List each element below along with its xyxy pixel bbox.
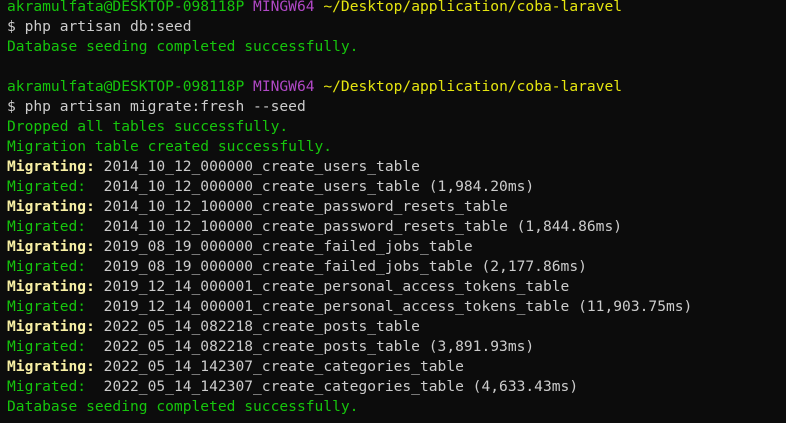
output-line: Migrating: 2019_12_14_000001_create_pers…: [7, 277, 786, 297]
prompt-user-host: akramulfata@DESKTOP-098118P: [7, 78, 245, 95]
migrated-label: Migrated:: [7, 298, 95, 315]
output-line: Migrating: 2014_10_12_100000_create_pass…: [7, 197, 786, 217]
migrating-label: Migrating:: [7, 198, 95, 215]
output-line: Database seeding completed successfully.: [7, 397, 786, 417]
migration-name: 2019_08_19_000000_create_failed_jobs_tab…: [94, 238, 473, 255]
prompt-path: ~/Desktop/application/coba-laravel: [323, 78, 623, 95]
output-line: Migrated: 2019_12_14_000001_create_perso…: [7, 297, 786, 317]
migrated-label: Migrated:: [7, 178, 95, 195]
migrated-label: Migrated:: [7, 338, 95, 355]
prompt-path: ~/Desktop/application/coba-laravel: [323, 0, 623, 15]
migrating-label: Migrating:: [7, 238, 95, 255]
migrating-label: Migrating:: [7, 318, 95, 335]
command-line: $ php artisan db:seed: [7, 17, 786, 37]
success-message: Dropped all tables successfully.: [7, 118, 289, 135]
migration-result: 2022_05_14_142307_create_categories_tabl…: [94, 378, 579, 395]
migration-result: 2014_10_12_100000_create_password_resets…: [94, 218, 623, 235]
migrated-label: Migrated:: [7, 258, 95, 275]
command-line: $ php artisan migrate:fresh --seed: [7, 97, 786, 117]
prompt-shell: MINGW64: [253, 78, 315, 95]
migration-name: 2014_10_12_000000_create_users_table: [94, 158, 420, 175]
prompt-shell: MINGW64: [253, 0, 315, 15]
migrated-label: Migrated:: [7, 218, 95, 235]
output-line: Migrated: 2022_05_14_142307_create_categ…: [7, 377, 786, 397]
output-line: Database seeding completed successfully.: [7, 37, 786, 57]
output-line: Migrating: 2019_08_19_000000_create_fail…: [7, 237, 786, 257]
success-message: Database seeding completed successfully.: [7, 398, 359, 415]
success-message: Database seeding completed successfully.: [7, 38, 359, 55]
migrating-label: Migrating:: [7, 358, 95, 375]
migration-name: 2019_12_14_000001_create_personal_access…: [94, 278, 570, 295]
output-line: Migrating: 2014_10_12_000000_create_user…: [7, 157, 786, 177]
prompt-line: akramulfata@DESKTOP-098118P MINGW64 ~/De…: [7, 77, 786, 97]
migration-result: 2014_10_12_000000_create_users_table (1,…: [94, 178, 535, 195]
prompt-line: akramulfata@DESKTOP-098118P MINGW64 ~/De…: [7, 0, 786, 17]
migrating-label: Migrating:: [7, 158, 95, 175]
terminal-window[interactable]: akramulfata@DESKTOP-098118P MINGW64 ~/De…: [0, 0, 786, 420]
command-text: $ php artisan db:seed: [7, 18, 192, 35]
output-line: Migrated: 2022_05_14_082218_create_posts…: [7, 337, 786, 357]
migration-name: 2014_10_12_100000_create_password_resets…: [94, 198, 508, 215]
output-line: Migration table created successfully.: [7, 137, 786, 157]
migration-name: 2022_05_14_082218_create_posts_table: [94, 318, 420, 335]
output-line: Migrated: 2014_10_12_100000_create_passw…: [7, 217, 786, 237]
migration-name: 2022_05_14_142307_create_categories_tabl…: [94, 358, 464, 375]
output-line: Migrating: 2022_05_14_082218_create_post…: [7, 317, 786, 337]
output-line: Dropped all tables successfully.: [7, 117, 786, 137]
migration-result: 2022_05_14_082218_create_posts_table (3,…: [94, 338, 535, 355]
command-text: $ php artisan migrate:fresh --seed: [7, 98, 306, 115]
migrated-label: Migrated:: [7, 378, 95, 395]
migration-result: 2019_08_19_000000_create_failed_jobs_tab…: [94, 258, 587, 275]
prompt-user-host: akramulfata@DESKTOP-098118P: [7, 0, 245, 15]
output-line: Migrated: 2014_10_12_000000_create_users…: [7, 177, 786, 197]
migration-result: 2019_12_14_000001_create_personal_access…: [94, 298, 693, 315]
output-line: Migrating: 2022_05_14_142307_create_cate…: [7, 357, 786, 377]
migrating-label: Migrating:: [7, 278, 95, 295]
output-line: Migrated: 2019_08_19_000000_create_faile…: [7, 257, 786, 277]
success-message: Migration table created successfully.: [7, 138, 333, 155]
